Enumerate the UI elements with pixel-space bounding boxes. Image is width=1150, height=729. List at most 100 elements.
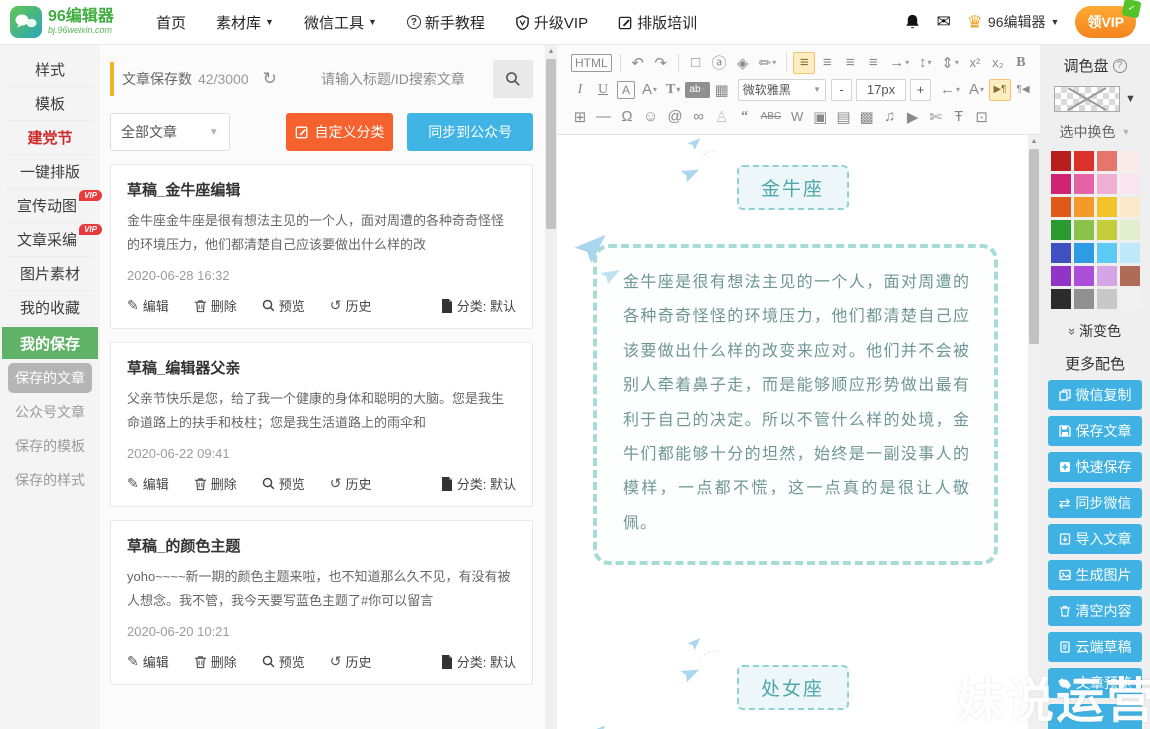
save-article-button[interactable]: 保存文章 [1048,416,1142,446]
color-swatch[interactable] [1120,197,1140,217]
scroll-up-icon[interactable]: ▲ [1028,135,1040,147]
color-swatch[interactable] [1097,243,1117,263]
clean-format-icon[interactable]: ✄ [925,106,947,128]
history-button[interactable]: ↺历史 [330,652,372,671]
color-swatch[interactable] [1051,174,1071,194]
border-grid-icon[interactable]: ▦ [711,79,733,101]
color-swatch[interactable] [1120,151,1140,171]
editor-canvas[interactable]: 金牛座 金牛座是很有想法主见的一个人，面对周遭的各种奇奇怪怪的环境压力，他们都清… [557,135,1028,729]
person-icon[interactable]: ♙ [711,106,733,128]
edit-button[interactable]: ✎编辑 [127,652,169,671]
color-swatch[interactable] [1120,289,1140,309]
chevron-down-icon[interactable]: ▼ [1125,93,1136,105]
sync-wechat-button[interactable]: ⇄ 同步微信 [1048,488,1142,518]
delete-button[interactable]: 删除 [194,474,237,493]
delete-button[interactable]: 删除 [194,296,237,315]
sidebar-item-my-saves[interactable]: 我的保存 [2,327,98,359]
gallery-icon[interactable]: ▤ [832,106,854,128]
sidebar-sub-saved-styles[interactable]: 保存的样式 [8,465,92,495]
color-swatch[interactable] [1120,243,1140,263]
sidebar-item-templates[interactable]: 模板 [6,87,94,121]
preview-button[interactable]: 预览 [262,652,305,671]
color-swatch[interactable] [1120,220,1140,240]
indent-option-icon[interactable]: ←▾ [936,79,964,101]
sidebar-sub-saved-templates[interactable]: 保存的模板 [8,431,92,461]
sidebar-item-article-collect[interactable]: 文章采编VIP [6,223,94,257]
history-button[interactable]: ↺历史 [330,474,372,493]
table-icon[interactable]: ⊞ [569,106,591,128]
font-color-icon[interactable]: A▾ [638,79,661,101]
emoji-icon[interactable]: ☺ [639,106,662,128]
link-icon[interactable]: ∞ [688,106,710,128]
scrollbar-thumb[interactable] [1029,149,1039,344]
article-preview-button[interactable]: 文章预览 [1048,668,1142,698]
color-swatch[interactable] [1097,197,1117,217]
letter-spacing-icon[interactable]: A▾ [965,79,988,101]
strikethrough-icon[interactable]: ABC [757,106,786,128]
font-size-value[interactable]: 17px [856,79,906,101]
sidebar-item-my-favorites[interactable]: 我的收藏 [6,291,94,325]
list-scrollbar[interactable]: ▲ [545,45,557,729]
font-family-select[interactable]: 微软雅黑▼ [738,79,826,101]
section-body-taurus[interactable]: 金牛座是很有想法主见的一个人，面对周遭的各种奇奇怪怪的环境压力，他们都清楚自己应… [593,244,998,565]
search-button[interactable] [493,60,533,98]
nav-upgrade-vip[interactable]: 升级VIP [515,12,588,33]
sidebar-item-party-day[interactable]: 建党节 [6,121,94,155]
partial-hidden-button[interactable] [1048,704,1142,729]
bold-icon[interactable]: B [1010,52,1032,74]
video-icon[interactable]: ▶ [902,106,924,128]
sidebar-sub-official-articles[interactable]: 公众号文章 [8,397,92,427]
section-heading-virgo[interactable]: 处女座 [737,665,849,710]
color-swatch[interactable] [1051,197,1071,217]
color-swatch[interactable] [1051,151,1071,171]
generate-image-button[interactable]: 生成图片 [1048,560,1142,590]
color-swatch[interactable] [1074,197,1094,217]
sidebar-sub-saved-articles[interactable]: 保存的文章 [8,363,92,393]
text-tool-icon[interactable]: Ŧ [948,106,970,128]
category-button[interactable]: 分类: 默认 [441,296,516,315]
color-swatch[interactable] [1051,289,1071,309]
gradient-colors-toggle[interactable]: » 渐变色 [1048,321,1142,341]
align-center-icon[interactable]: ≡ [816,52,838,74]
mail-icon[interactable]: ✉ [937,12,951,32]
nav-layout-training[interactable]: 排版培训 [618,12,697,33]
color-swatch[interactable] [1097,174,1117,194]
format-brush-icon[interactable]: ✏▾ [755,52,781,74]
font-block-icon[interactable]: A [617,81,635,99]
anchor-icon[interactable]: ⓐ [708,52,731,74]
nav-home[interactable]: 首页 [156,12,186,33]
align-justify-icon[interactable]: ≡ [862,52,884,74]
preview-button[interactable]: 预览 [262,474,305,493]
color-swatch[interactable] [1051,266,1071,286]
underline-icon[interactable]: U [592,79,614,101]
new-doc-icon[interactable]: □ [685,52,707,74]
music-icon[interactable]: ♫ [879,106,901,128]
delete-button[interactable]: 删除 [194,652,237,671]
align-right-icon[interactable]: ≡ [839,52,861,74]
italic-icon[interactable]: I [569,79,591,101]
redo-icon[interactable]: ↷ [650,52,672,74]
search-input[interactable] [321,71,493,87]
article-title[interactable]: 草稿_金牛座编辑 [127,179,516,200]
sidebar-item-styles[interactable]: 样式 [6,53,94,87]
color-swatch[interactable] [1074,174,1094,194]
highlight-icon[interactable]: ab▾ [685,82,709,98]
sync-to-official-button[interactable]: 同步到公众号 [407,113,533,151]
color-swatch[interactable] [1051,243,1071,263]
more-palettes-link[interactable]: 更多配色 [1048,353,1142,374]
section-heading-taurus[interactable]: 金牛座 [737,165,849,210]
preview-button[interactable]: 预览 [262,296,305,315]
color-swatch[interactable] [1074,266,1094,286]
edit-button[interactable]: ✎编辑 [127,474,169,493]
paragraph-spacing-icon[interactable]: ⇕▾ [937,52,963,74]
transparent-swatch[interactable] [1054,86,1120,112]
color-swatch[interactable] [1097,220,1117,240]
eraser-icon[interactable]: ◈ [732,52,754,74]
frame-image-icon[interactable]: ▩ [856,106,878,128]
align-left-icon[interactable]: ≡ [793,52,815,74]
superscript-icon[interactable]: x² [964,52,986,74]
edit-button[interactable]: ✎编辑 [127,296,169,315]
nav-wechat-tools[interactable]: 微信工具▼ [304,12,377,33]
color-swatch[interactable] [1097,266,1117,286]
ltr-icon[interactable]: ▶¶ [989,79,1011,101]
